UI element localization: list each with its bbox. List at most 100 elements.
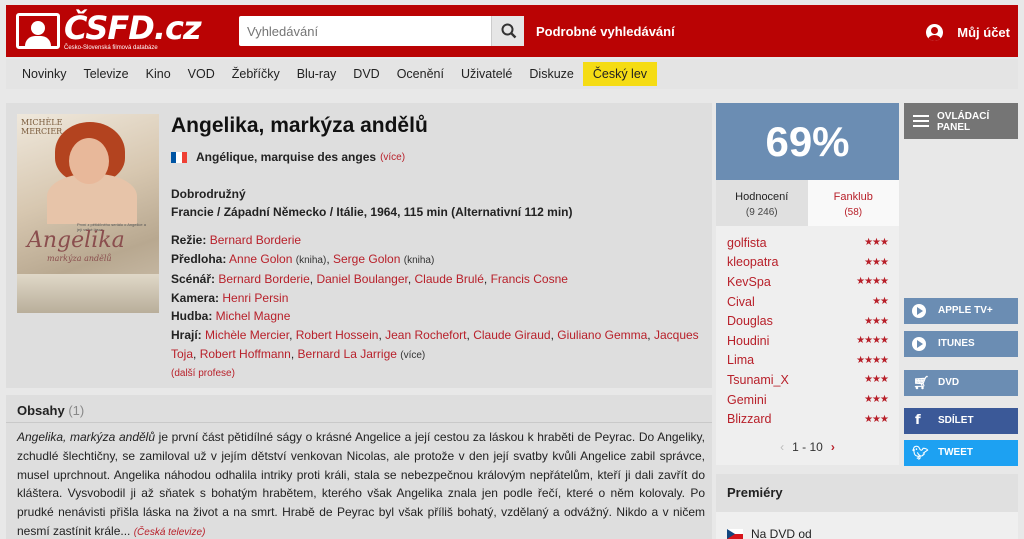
tab-fanclub[interactable]: Fanklub (58): [807, 180, 899, 226]
logo-person-icon: [16, 13, 60, 49]
plot-count: (1): [68, 403, 85, 418]
site-logo[interactable]: ČSFD.cz Česko-Slovenská filmová databáze: [16, 9, 202, 53]
tab-ratings-label: Hodnocení: [735, 191, 789, 203]
plot-body: je první část pětidílné ságy o krásné An…: [17, 430, 705, 538]
source-author-note: (kniha): [403, 254, 435, 266]
nav-item-televize[interactable]: Televize: [75, 61, 136, 87]
source-author-link[interactable]: Anne Golon: [229, 252, 292, 266]
plot-text: Angelika, markýza andělů je první část p…: [17, 428, 705, 539]
tab-ratings[interactable]: Hodnocení (9 246): [716, 180, 808, 226]
stars-icon: ★★★★: [856, 354, 889, 366]
stars-icon: ★★★: [864, 237, 889, 249]
cast-link[interactable]: Bernard La Jarrige: [298, 347, 397, 361]
tab-fanclub-label: Fanklub: [833, 191, 873, 203]
music-label: Hudba:: [171, 309, 213, 324]
nav-item-oceneni[interactable]: Ocenění: [389, 61, 452, 87]
film-info-card: MICHÈLE MERCIER První z pětidílného seri…: [6, 103, 712, 388]
rater-name-link[interactable]: Tsunami_X: [727, 373, 789, 387]
tweet-button[interactable]: 🐦︎ TWEET: [904, 440, 1018, 466]
premiery-heading: Premiéry: [716, 474, 1018, 512]
account-link[interactable]: Můj účet: [926, 24, 1010, 41]
list-item: KevSpa ★★★★: [716, 272, 899, 292]
plot-heading: Obsahy (1): [17, 403, 84, 418]
cast-link[interactable]: Claude Giraud: [473, 328, 550, 342]
dvd-button[interactable]: 🛒︎ DVD: [904, 370, 1018, 396]
chevron-left-icon: ‹: [780, 440, 785, 454]
camera-label: Kamera:: [171, 290, 220, 305]
rater-name-link[interactable]: Blizzard: [727, 412, 771, 426]
nav-item-uzivatele[interactable]: Uživatelé: [453, 61, 520, 87]
rater-name-link[interactable]: golfista: [727, 236, 767, 250]
original-title-more-link[interactable]: (více): [380, 152, 405, 163]
advanced-search-link[interactable]: Podrobné vyhledávání: [536, 24, 675, 39]
chevron-right-icon[interactable]: ›: [831, 440, 835, 454]
cast-label: Hrají:: [171, 327, 202, 342]
control-panel-label-1: OVLÁDACÍ: [937, 111, 990, 122]
stars-icon: ★★★★: [856, 276, 889, 288]
itunes-button[interactable]: ITUNES: [904, 331, 1018, 357]
plot-source-link[interactable]: (Česká televize): [134, 527, 206, 538]
rater-name-link[interactable]: KevSpa: [727, 275, 771, 289]
share-facebook-button[interactable]: f SDÍLET: [904, 408, 1018, 434]
music-link[interactable]: Michel Magne: [216, 309, 291, 323]
premiery-item-label: Na DVD od: [751, 527, 812, 539]
director-link[interactable]: Bernard Borderie: [210, 233, 301, 247]
divider: [6, 422, 712, 423]
main-nav: Novinky Televize Kino VOD Žebříčky Blu-r…: [6, 59, 1018, 89]
rater-name-link[interactable]: Cival: [727, 295, 755, 309]
pager-range: 1 - 10: [792, 440, 823, 454]
film-poster[interactable]: MICHÈLE MERCIER První z pětidílného seri…: [17, 114, 159, 313]
cast-link[interactable]: Michèle Mercier: [205, 328, 289, 342]
plot-heading-label: Obsahy: [17, 403, 65, 418]
list-item: Houdini ★★★★: [716, 331, 899, 351]
nav-item-zebricky[interactable]: Žebříčky: [224, 61, 288, 87]
site-header: ČSFD.cz Česko-Slovenská filmová databáze…: [6, 5, 1018, 57]
stars-icon: ★★★: [864, 256, 889, 268]
cast-more-link[interactable]: (více): [400, 350, 425, 361]
cast-link[interactable]: Robert Hossein: [296, 328, 379, 342]
cast-link[interactable]: Jean Rochefort: [385, 328, 466, 342]
list-item: Blizzard ★★★: [716, 409, 899, 429]
nav-item-diskuze[interactable]: Diskuze: [521, 61, 581, 87]
writer-link[interactable]: Bernard Borderie: [218, 272, 309, 286]
more-professions-link[interactable]: (další profese): [171, 365, 701, 383]
plot-film-title: Angelika, markýza andělů: [17, 430, 156, 444]
nav-item-vod[interactable]: VOD: [180, 61, 223, 87]
rating-percent: 69%: [716, 103, 899, 180]
nav-item-kino[interactable]: Kino: [138, 61, 179, 87]
rater-name-link[interactable]: kleopatra: [727, 255, 778, 269]
nav-item-cesky-lev[interactable]: Český lev: [582, 62, 658, 86]
nav-item-bluray[interactable]: Blu-ray: [289, 61, 345, 87]
writer-link[interactable]: Daniel Boulanger: [316, 272, 407, 286]
rating-column: 69% Hodnocení (9 246) Fanklub (58) golfi…: [716, 103, 899, 465]
director-label: Režie:: [171, 233, 207, 247]
apple-tv-button[interactable]: APPLE TV+: [904, 298, 1018, 324]
camera-link[interactable]: Henri Persin: [222, 291, 288, 305]
play-icon: [912, 304, 926, 318]
rater-name-link[interactable]: Lima: [727, 353, 754, 367]
share-label: SDÍLET: [938, 415, 974, 426]
rater-name-link[interactable]: Houdini: [727, 334, 769, 348]
search-button[interactable]: [491, 16, 524, 46]
premiery-item: Na DVD od: [727, 527, 812, 539]
poster-subtitle: markýza andělů: [47, 254, 112, 263]
search-input[interactable]: [239, 16, 489, 46]
control-panel-button[interactable]: OVLÁDACÍ PANEL: [904, 103, 1018, 139]
rater-name-link[interactable]: Gemini: [727, 393, 767, 407]
cast-link[interactable]: Robert Hoffmann: [200, 347, 291, 361]
search-icon: [501, 23, 517, 39]
source-author-link[interactable]: Serge Golon: [333, 252, 400, 266]
list-item: Lima ★★★★: [716, 351, 899, 371]
france-flag-icon: [171, 151, 187, 163]
poster-face: [69, 138, 109, 184]
writer-link[interactable]: Claude Brulé: [415, 272, 484, 286]
logo-subtitle: Česko-Slovenská filmová databáze: [64, 45, 158, 51]
rater-name-link[interactable]: Douglas: [727, 314, 773, 328]
cast-link[interactable]: Giuliano Gemma: [557, 328, 647, 342]
writer-link[interactable]: Francis Cosne: [491, 272, 568, 286]
list-item: kleopatra ★★★: [716, 253, 899, 273]
czech-flag-icon: [727, 528, 743, 539]
nav-item-dvd[interactable]: DVD: [345, 61, 387, 87]
nav-item-novinky[interactable]: Novinky: [14, 61, 74, 87]
tweet-label: TWEET: [938, 447, 973, 458]
